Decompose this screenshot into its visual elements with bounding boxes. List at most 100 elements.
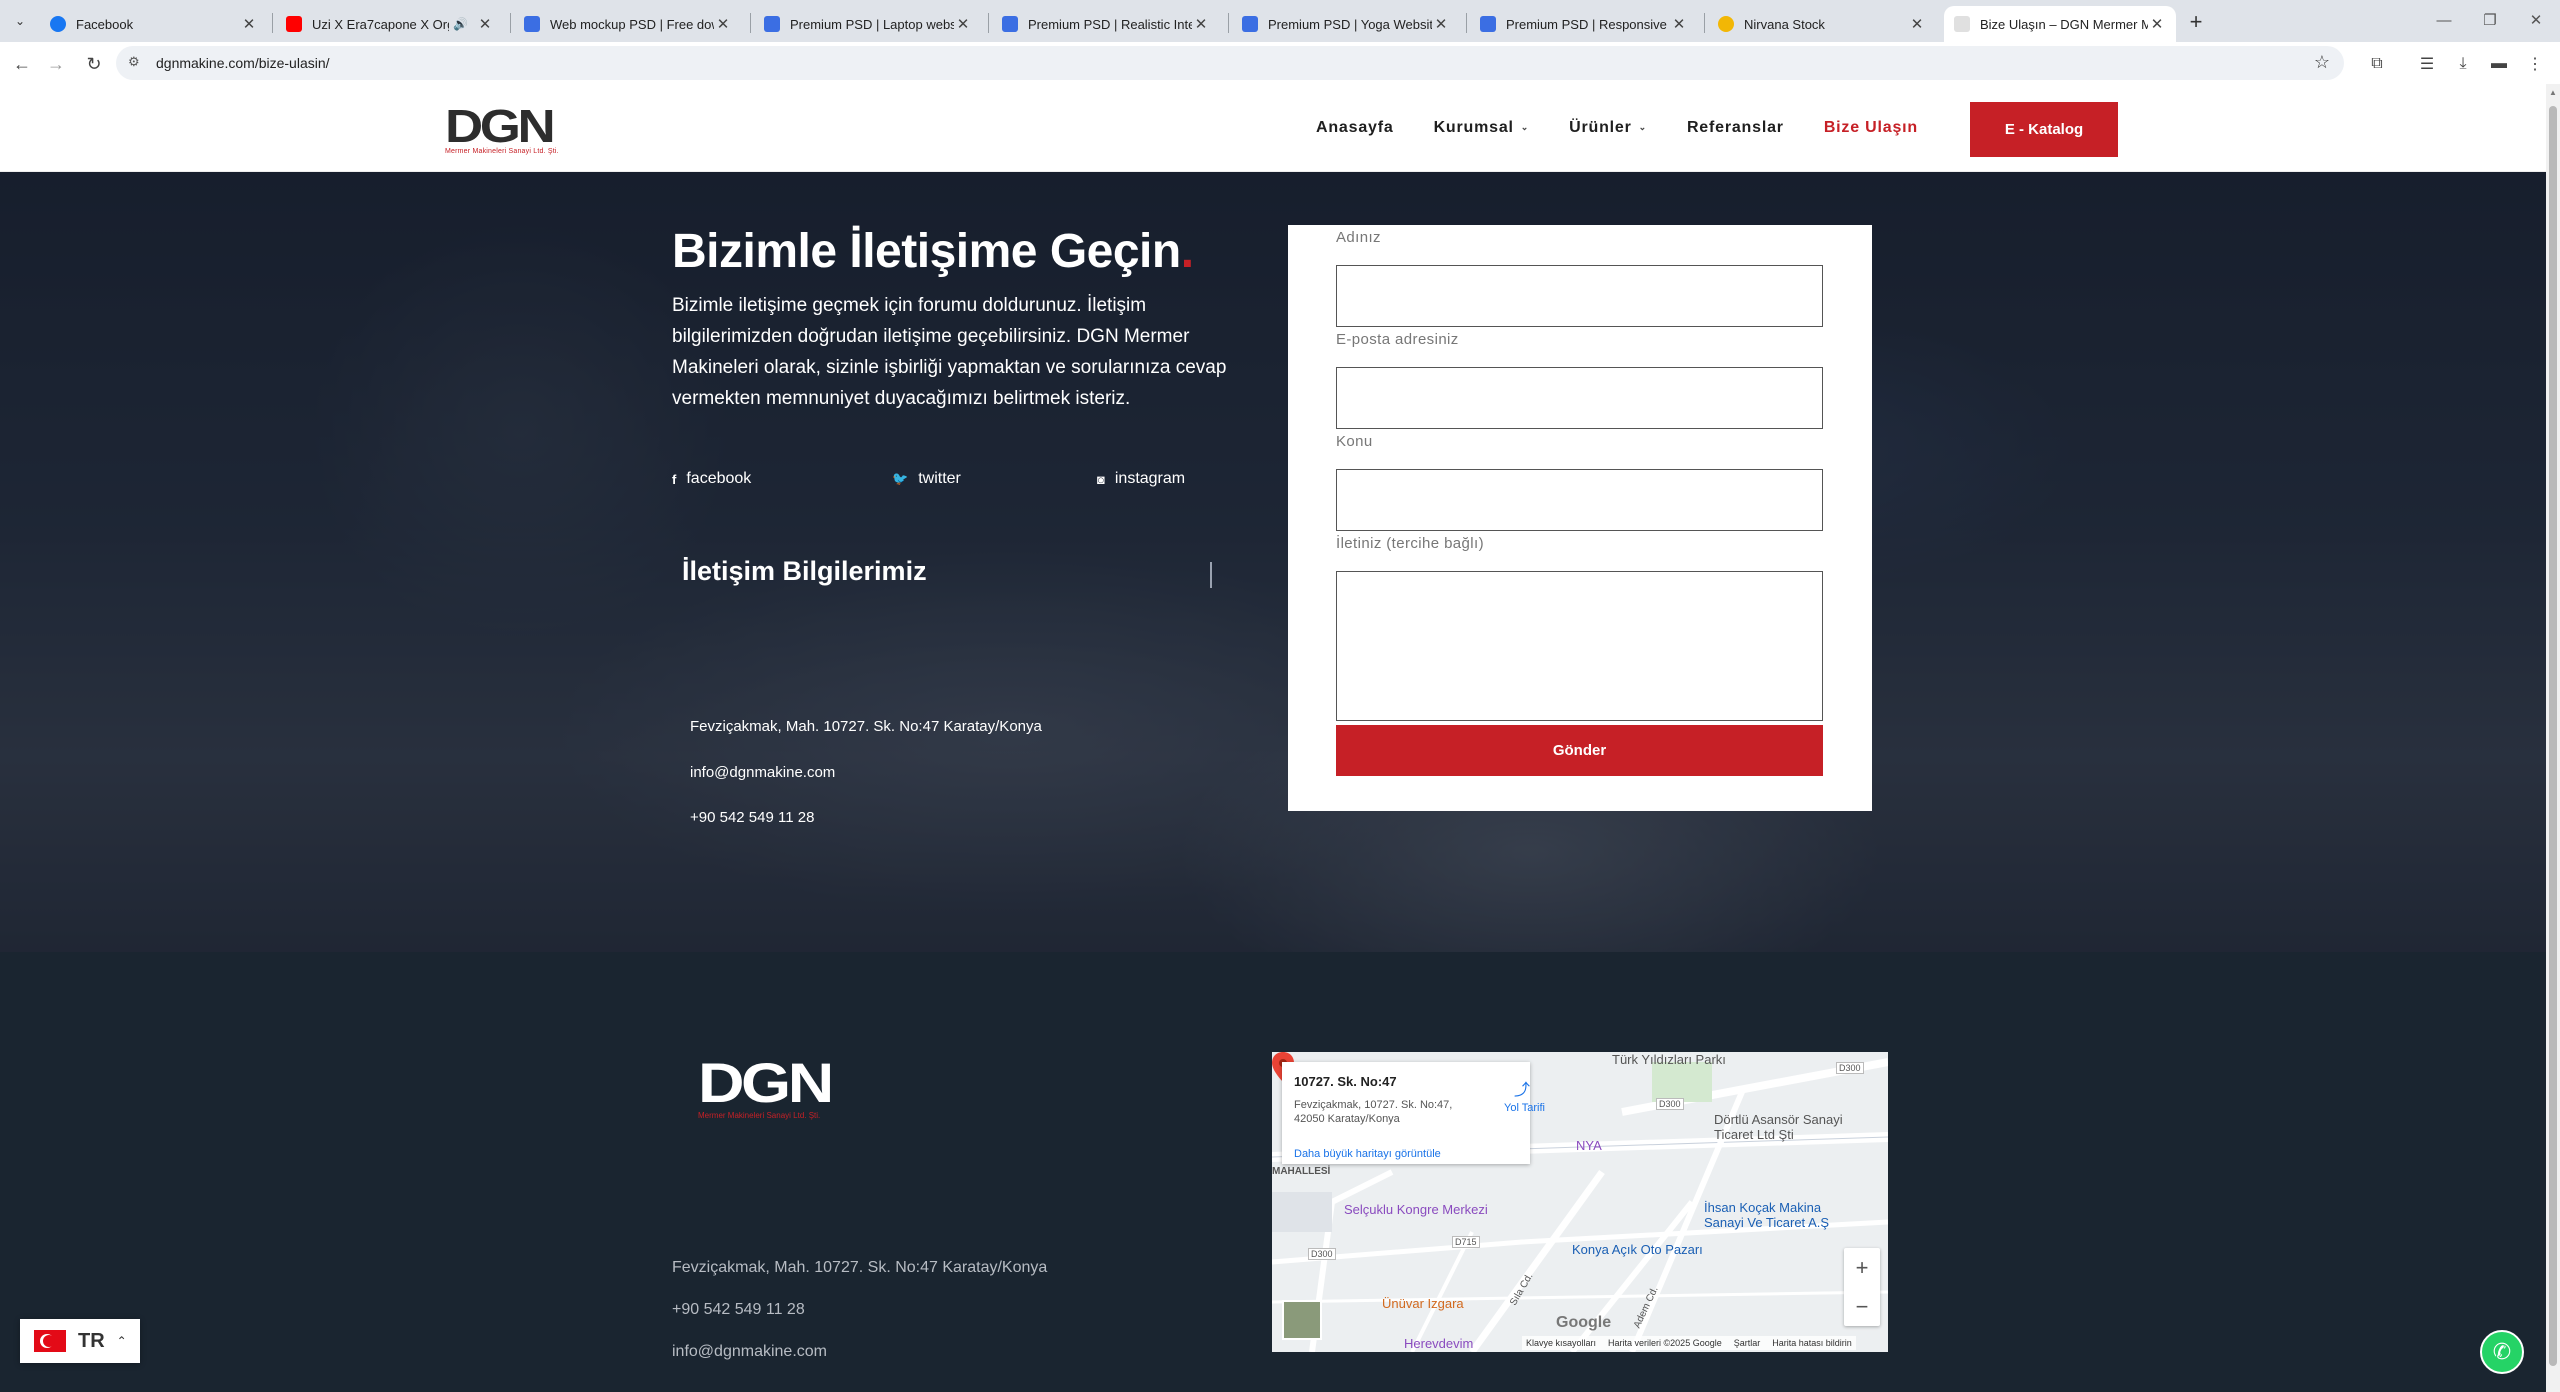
road-shield: D715 xyxy=(1452,1236,1480,1248)
new-tab-icon[interactable]: + xyxy=(2183,9,2209,35)
map-label: Dörtlü Asansör Sanayi Ticaret Ltd Şti xyxy=(1714,1112,1843,1142)
map-data-text: Harita verileri ©2025 Google xyxy=(1608,1338,1722,1348)
dgn-logo[interactable]: DGN Mermer Makineleri Sanayi Ltd. Şti. xyxy=(445,103,559,155)
tab-divider xyxy=(1466,13,1467,33)
minimize-icon[interactable]: — xyxy=(2424,0,2464,40)
nav-kurumsal[interactable]: Kurumsal ⌄ xyxy=(1434,119,1530,137)
browser-tab[interactable]: Web mockup PSD | Free downlo ✕ xyxy=(514,6,742,42)
map-label: Konya Açık Oto Pazarı xyxy=(1572,1242,1703,1257)
close-tab-icon[interactable]: ✕ xyxy=(240,15,258,33)
zoom-in-icon[interactable]: + xyxy=(1844,1248,1880,1287)
social-link-twitter[interactable]: 🐦 twitter xyxy=(892,470,961,488)
url-text[interactable]: dgnmakine.com/bize-ulasin/ xyxy=(156,55,330,71)
keyboard-shortcuts-link[interactable]: Klavye kısayolları xyxy=(1526,1338,1596,1348)
map-zoom-control: + − xyxy=(1844,1248,1880,1326)
larger-map-link[interactable]: Daha büyük haritayı görüntüle xyxy=(1294,1148,1441,1160)
contact-address: Fevziçakmak, Mah. 10727. Sk. No:47 Karat… xyxy=(690,718,1042,735)
browser-tab[interactable]: Premium PSD | Responsive devi ✕ xyxy=(1470,6,1698,42)
road-shield: D300 xyxy=(1836,1062,1864,1074)
heading-divider xyxy=(1210,562,1212,588)
contact-email[interactable]: info@dgnmakine.com xyxy=(690,764,835,781)
road-shield: D300 xyxy=(1656,1098,1684,1110)
chevron-up-icon: ⌃ xyxy=(116,1334,127,1348)
tab-title: Facebook xyxy=(76,16,134,32)
page-scrollbar[interactable]: ▲ xyxy=(2546,84,2560,1392)
scroll-up-icon[interactable]: ▲ xyxy=(2549,88,2557,97)
browser-tab[interactable]: Nirvana Stock ✕ xyxy=(1708,6,1936,42)
close-tab-icon[interactable]: ✕ xyxy=(1432,15,1450,33)
google-map[interactable]: Türk Yıldızları Parkı Dörtlü Asansör San… xyxy=(1272,1052,1888,1352)
place-address: Fevziçakmak, 10727. Sk. No:47, 42050 Kar… xyxy=(1294,1099,1453,1125)
scrollbar-thumb[interactable] xyxy=(2549,106,2557,1366)
profile-icon[interactable]: ▬ xyxy=(2486,51,2512,77)
submit-button[interactable]: Gönder xyxy=(1336,725,1823,776)
nav-anasayfa[interactable]: Anasayfa xyxy=(1316,119,1394,137)
tab-search-icon[interactable]: ⌄ xyxy=(8,9,32,33)
browser-tab[interactable]: Premium PSD | Laptop website m ✕ xyxy=(754,6,982,42)
close-tab-icon[interactable]: ✕ xyxy=(954,15,972,33)
e-catalog-button[interactable]: E - Katalog xyxy=(1970,102,2118,157)
page-title: Bizimle İletişime Geçin. xyxy=(672,225,1194,278)
browser-tab[interactable]: Facebook ✕ xyxy=(40,6,268,42)
close-tab-icon[interactable]: ✕ xyxy=(714,15,732,33)
logo-mark: DGN xyxy=(445,103,576,149)
message-textarea[interactable] xyxy=(1336,571,1823,721)
forward-icon[interactable]: → xyxy=(40,48,72,80)
name-label: Adınız xyxy=(1336,229,1381,246)
report-error-link[interactable]: Harita hatası bildirin xyxy=(1772,1338,1852,1348)
nav-referanslar[interactable]: Referanslar xyxy=(1687,119,1784,137)
browser-tab[interactable]: Premium PSD | Yoga Website Te ✕ xyxy=(1232,6,1460,42)
email-label: E-posta adresiniz xyxy=(1336,331,1459,348)
chevron-down-icon: ⌄ xyxy=(1638,122,1647,132)
place-title: 10727. Sk. No:47 xyxy=(1294,1074,1397,1089)
back-icon[interactable]: ← xyxy=(6,48,38,80)
speaker-icon[interactable]: 🔊 xyxy=(453,17,468,31)
window-close-icon[interactable]: ✕ xyxy=(2516,0,2556,40)
whatsapp-icon[interactable]: ✆ xyxy=(2480,1330,2524,1374)
address-bar[interactable]: ⚙ dgnmakine.com/bize-ulasin/ ☆ xyxy=(116,46,2344,80)
footer-phone[interactable]: +90 542 549 11 28 xyxy=(672,1301,805,1319)
nav-urunler[interactable]: Ürünler ⌄ xyxy=(1569,119,1647,137)
restore-icon[interactable]: ❐ xyxy=(2470,0,2510,40)
map-place-card: 10727. Sk. No:47 Fevziçakmak, 10727. Sk.… xyxy=(1282,1062,1545,1164)
footer-logo[interactable]: DGN Mermer Makineleri Sanayi Ltd. Şti. xyxy=(698,1055,834,1121)
terms-link[interactable]: Şartlar xyxy=(1734,1338,1761,1348)
footer-email[interactable]: info@dgnmakine.com xyxy=(672,1343,827,1361)
browser-tab[interactable]: Uzi X Era7capone X Organize 🔊 ✕ xyxy=(276,6,504,42)
nav-bize-ulasin[interactable]: Bize Ulaşın xyxy=(1824,119,1918,137)
reload-icon[interactable]: ↻ xyxy=(78,48,110,80)
close-tab-icon[interactable]: ✕ xyxy=(1908,15,1926,33)
close-tab-icon[interactable]: ✕ xyxy=(1192,15,1210,33)
map-label: NYA xyxy=(1576,1138,1602,1153)
close-tab-icon[interactable]: ✕ xyxy=(476,15,494,33)
bookmark-star-icon[interactable]: ☆ xyxy=(2314,52,2330,73)
directions-icon[interactable]: ⤴ xyxy=(1514,1076,1530,1100)
close-tab-icon[interactable]: ✕ xyxy=(1670,15,1688,33)
subject-input[interactable] xyxy=(1336,469,1823,531)
browser-tab-strip: ⌄ Facebook ✕ Uzi X Era7capone X Organize… xyxy=(0,0,2560,42)
social-link-facebook[interactable]: f facebook xyxy=(672,470,751,488)
tab-divider xyxy=(988,13,989,33)
downloads-icon[interactable]: ⤓ xyxy=(2450,51,2476,77)
menu-kebab-icon[interactable]: ⋮ xyxy=(2522,51,2548,77)
browser-tab-active[interactable]: Bize Ulaşın – DGN Mermer Maki ✕ xyxy=(1944,6,2176,42)
name-input[interactable] xyxy=(1336,265,1823,327)
facebook-favicon-icon xyxy=(50,16,66,32)
site-info-icon[interactable]: ⚙ xyxy=(128,54,140,70)
extensions-icon[interactable]: ⧉ xyxy=(2364,51,2390,77)
freepik-favicon-icon xyxy=(1242,16,1258,32)
social-link-instagram[interactable]: ◙ instagram xyxy=(1097,470,1185,488)
media-queue-icon[interactable]: ☰ xyxy=(2414,51,2440,77)
tab-title: Uzi X Era7capone X Organize xyxy=(312,16,449,32)
language-switcher[interactable]: TR ⌃ xyxy=(20,1319,140,1363)
zoom-out-icon[interactable]: − xyxy=(1844,1287,1880,1326)
directions-link[interactable]: Yol Tarifi xyxy=(1504,1102,1545,1114)
browser-tab[interactable]: Premium PSD | Realistic Internet ✕ xyxy=(992,6,1220,42)
tab-divider xyxy=(1228,13,1229,33)
satellite-toggle[interactable] xyxy=(1282,1300,1322,1340)
tab-divider xyxy=(750,13,751,33)
email-input[interactable] xyxy=(1336,367,1823,429)
close-tab-icon[interactable]: ✕ xyxy=(2148,15,2166,33)
contact-phone[interactable]: +90 542 549 11 28 xyxy=(690,809,814,826)
logo-text: DGN xyxy=(445,100,556,152)
